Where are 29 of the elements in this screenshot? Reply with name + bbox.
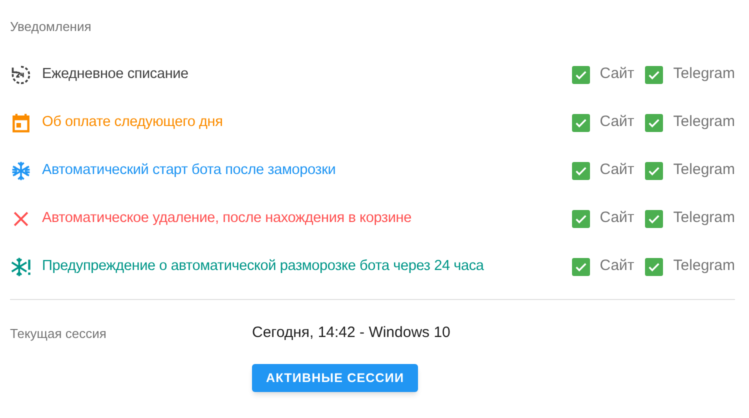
- checkbox-label[interactable]: Сайт: [600, 111, 634, 134]
- section-title: Уведомления: [10, 18, 92, 36]
- checkbox[interactable]: [572, 114, 590, 132]
- checkbox[interactable]: [572, 66, 590, 84]
- checkbox-label[interactable]: Telegram: [673, 207, 735, 230]
- active-sessions-button[interactable]: АКТИВНЫЕ СЕССИИ: [252, 364, 418, 392]
- notification-label: Об оплате следующего дня: [42, 112, 224, 132]
- checkbox[interactable]: [645, 66, 664, 84]
- checkbox-label[interactable]: Telegram: [673, 63, 735, 86]
- checkbox[interactable]: [645, 162, 664, 180]
- notification-label: Предупреждение о автоматической разморозке бота через 24 часа: [42, 256, 485, 276]
- notification-label: Ежедневное списание: [42, 64, 190, 84]
- checkbox[interactable]: [645, 258, 664, 276]
- session-value: Сегодня, 14:42 - Windows 10: [252, 322, 450, 342]
- checkbox[interactable]: [572, 210, 590, 228]
- session-label: Текущая сессия: [10, 324, 108, 343]
- checkbox-label[interactable]: Сайт: [600, 255, 634, 278]
- checkbox-label[interactable]: Сайт: [600, 207, 634, 230]
- checkbox-label[interactable]: Telegram: [673, 255, 735, 278]
- checkbox-label[interactable]: Telegram: [673, 159, 735, 182]
- checkbox[interactable]: [572, 162, 590, 180]
- checkbox-label[interactable]: Telegram: [673, 111, 735, 134]
- checkbox[interactable]: [645, 114, 664, 132]
- checkbox-label[interactable]: Сайт: [600, 63, 634, 86]
- notification-label: Автоматическое удаление, после нахождения в корзине: [42, 208, 412, 228]
- checkbox-label[interactable]: Сайт: [600, 159, 634, 182]
- checkbox[interactable]: [572, 258, 590, 276]
- notification-label: Автоматический старт бота после заморозки: [42, 160, 337, 180]
- checkbox[interactable]: [645, 210, 664, 228]
